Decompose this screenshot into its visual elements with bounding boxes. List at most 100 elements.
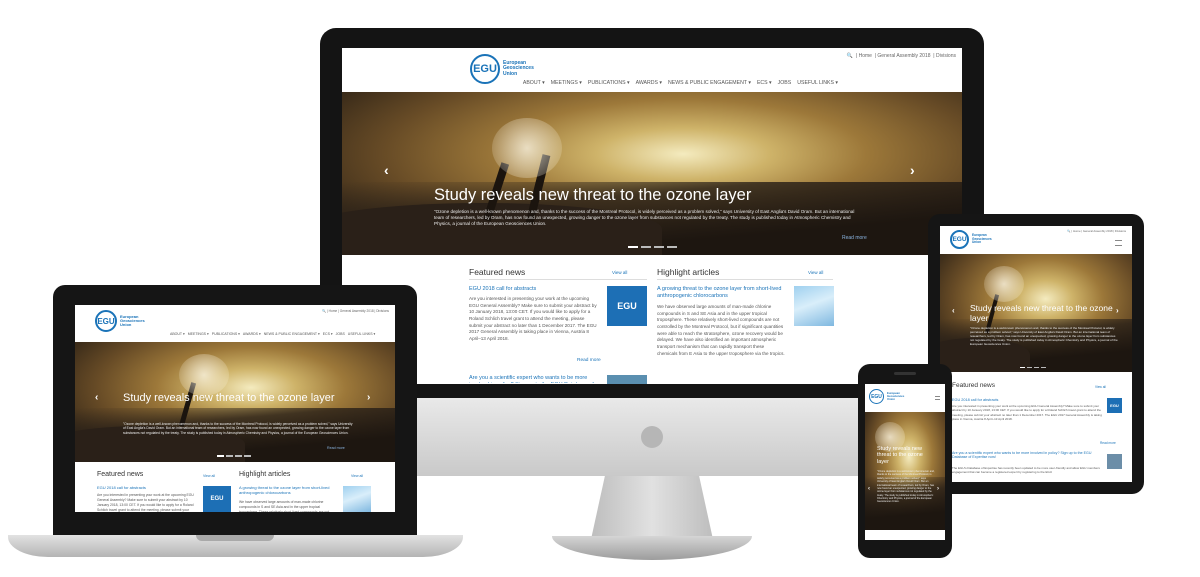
nav-useful-links[interactable]: USEFUL LINKS ▾ [797,80,838,86]
featured-item2-thumbnail[interactable] [607,375,647,384]
featured-item-title[interactable]: EGU 2018 call for abstracts [97,485,197,491]
nav-awards[interactable]: AWARDS ▾ [636,80,662,86]
top-link-general-assembly[interactable]: General Assembly 2018 [1083,229,1113,233]
top-link-divisions[interactable]: Divisions [1115,229,1126,233]
top-link-home[interactable]: Home [1073,229,1080,233]
featured-item-title[interactable]: EGU 2018 call for abstracts [952,398,1092,403]
hero-smoke [492,118,562,178]
hero-pager-dot[interactable] [641,246,651,248]
highlight-item-title[interactable]: A growing threat to the ozone layer from… [657,286,785,299]
featured-view-all[interactable]: View all [1095,385,1106,389]
egu-logo-mark: EGU [950,230,969,249]
hero-read-more[interactable]: Read more [327,446,345,450]
hero-pager-dot[interactable] [667,246,677,248]
nav-awards[interactable]: AWARDS ▾ [243,332,261,336]
featured-item-text: Are you interested in presenting your wo… [952,404,1102,422]
hero-slider: Study reveals new threat to the ozone la… [940,254,1132,372]
hero-prev-arrow[interactable]: ‹ [384,162,389,178]
phone-screen: EGU European Geosciences Union Study rev… [865,384,945,540]
highlight-item-title[interactable]: A growing threat to the ozone layer from… [239,485,339,496]
highlight-rule [657,279,833,280]
hero-read-more[interactable]: Read more [842,235,867,241]
top-link-general-assembly[interactable]: General Assembly 2018 [340,309,374,313]
site-header: EGU European Geosciences Union [865,384,945,412]
hero-pager-dot[interactable] [1034,367,1039,368]
highlight-view-all[interactable]: View all [808,270,823,275]
hero-pager-dot[interactable] [654,246,664,248]
hero-pager-dot[interactable] [235,455,242,457]
featured-item-thumbnail[interactable]: EGU [1107,398,1122,413]
featured-item-title[interactable]: EGU 2018 call for abstracts [469,286,599,293]
nav-meetings[interactable]: MEETINGS ▾ [188,332,209,336]
hero-next-arrow[interactable]: › [910,162,915,178]
nav-about[interactable]: ABOUT ▾ [170,332,185,336]
hero-pager-dot[interactable] [217,455,224,457]
phone-speaker [894,372,916,375]
hero-prev-arrow[interactable]: ‹ [95,392,98,403]
top-link-divisions[interactable]: Divisions [376,309,389,313]
hero-prev-arrow[interactable]: ‹ [952,306,955,315]
featured-read-more[interactable]: Read more [577,358,601,363]
desktop-stand-base [552,536,752,560]
highlight-view-all[interactable]: View all [351,474,363,478]
top-link-home[interactable]: Home [859,53,872,59]
desktop-screen: 🔍 | Home | General Assembly 2018 | Divis… [342,48,962,384]
hero-title: Study reveals new threat to the ozone la… [434,186,752,204]
egu-logo-mark: EGU [95,310,117,332]
nav-ecs[interactable]: ECS ▾ [757,80,772,86]
hero-smoke [984,266,1024,302]
hero-summary: "Ozone depletion is a well-known phenome… [970,326,1118,347]
featured-rule [469,279,647,280]
hero-pager-dot[interactable] [244,455,251,457]
featured-item2-title[interactable]: Are you a scientific expert who wants to… [469,375,599,383]
top-link-divisions[interactable]: Divisions [936,53,956,59]
highlight-item-thumbnail[interactable] [794,286,834,326]
hero-pager-dot[interactable] [1027,367,1032,368]
laptop-notch [196,535,274,541]
egu-logo[interactable]: EGU European Geosciences Union [950,230,994,249]
featured-item-thumbnail[interactable]: EGU [607,286,647,326]
nav-publications[interactable]: PUBLICATIONS ▾ [588,80,630,86]
nav-news-public-engagement[interactable]: NEWS & PUBLIC ENGAGEMENT ▾ [668,80,751,86]
hero-next-arrow[interactable]: › [937,486,939,492]
featured-news-heading: Featured news [97,471,144,478]
top-link-home[interactable]: Home [329,309,338,313]
search-icon[interactable]: 🔍 [322,309,326,313]
highlight-item-thumbnail[interactable] [343,486,371,512]
search-icon[interactable]: 🔍 [847,53,853,59]
featured-view-all[interactable]: View all [203,474,215,478]
hero-prev-arrow[interactable]: ‹ [868,486,870,492]
featured-item-thumbnail[interactable]: EGU [203,486,231,512]
nav-news-public-engagement[interactable]: NEWS & PUBLIC ENGAGEMENT ▾ [264,332,320,336]
site-header: 🔍 | Home | General Assembly 2018 | Divis… [75,305,395,342]
featured-item2-thumbnail[interactable] [1107,454,1122,469]
search-icon[interactable]: 🔍 [1067,229,1070,233]
main-nav: ABOUT ▾ MEETINGS ▾ PUBLICATIONS ▾ AWARDS… [170,332,375,336]
featured-view-all[interactable]: View all [612,270,627,275]
hero-next-arrow[interactable]: › [367,392,370,403]
egu-logo[interactable]: EGU European Geosciences Union [869,389,905,404]
hero-pager-dot[interactable] [226,455,233,457]
hero-summary: "Ozone depletion is a well-known phenome… [434,209,855,227]
egu-logo[interactable]: EGU European Geosciences Union [95,310,146,332]
nav-about[interactable]: ABOUT ▾ [523,80,545,86]
hero-pager-dot[interactable] [1020,367,1025,368]
nav-publications[interactable]: PUBLICATIONS ▾ [212,332,240,336]
nav-jobs[interactable]: JOBS [778,80,792,86]
featured-news-heading: Featured news [469,267,526,277]
egu-logo-mark: EGU [869,389,884,404]
hero-pager-dot[interactable] [1041,367,1046,368]
nav-useful-links[interactable]: USEFUL LINKS ▾ [348,332,376,336]
featured-read-more[interactable]: Read more [1100,441,1116,445]
top-link-general-assembly[interactable]: General Assembly 2018 [877,53,930,59]
egu-logo-mark: EGU [470,54,500,84]
nav-meetings[interactable]: MEETINGS ▾ [551,80,582,86]
menu-icon[interactable] [1115,240,1122,246]
menu-icon[interactable] [935,396,940,400]
featured-item2-title[interactable]: Are you a scientific expert who wants to… [952,451,1102,460]
hero-pager-dot[interactable] [628,246,638,248]
nav-ecs[interactable]: ECS ▾ [323,332,333,336]
hero-next-arrow[interactable]: › [1116,306,1119,315]
egu-logo-name: European Geosciences Union [887,391,905,401]
nav-jobs[interactable]: JOBS [336,332,345,336]
